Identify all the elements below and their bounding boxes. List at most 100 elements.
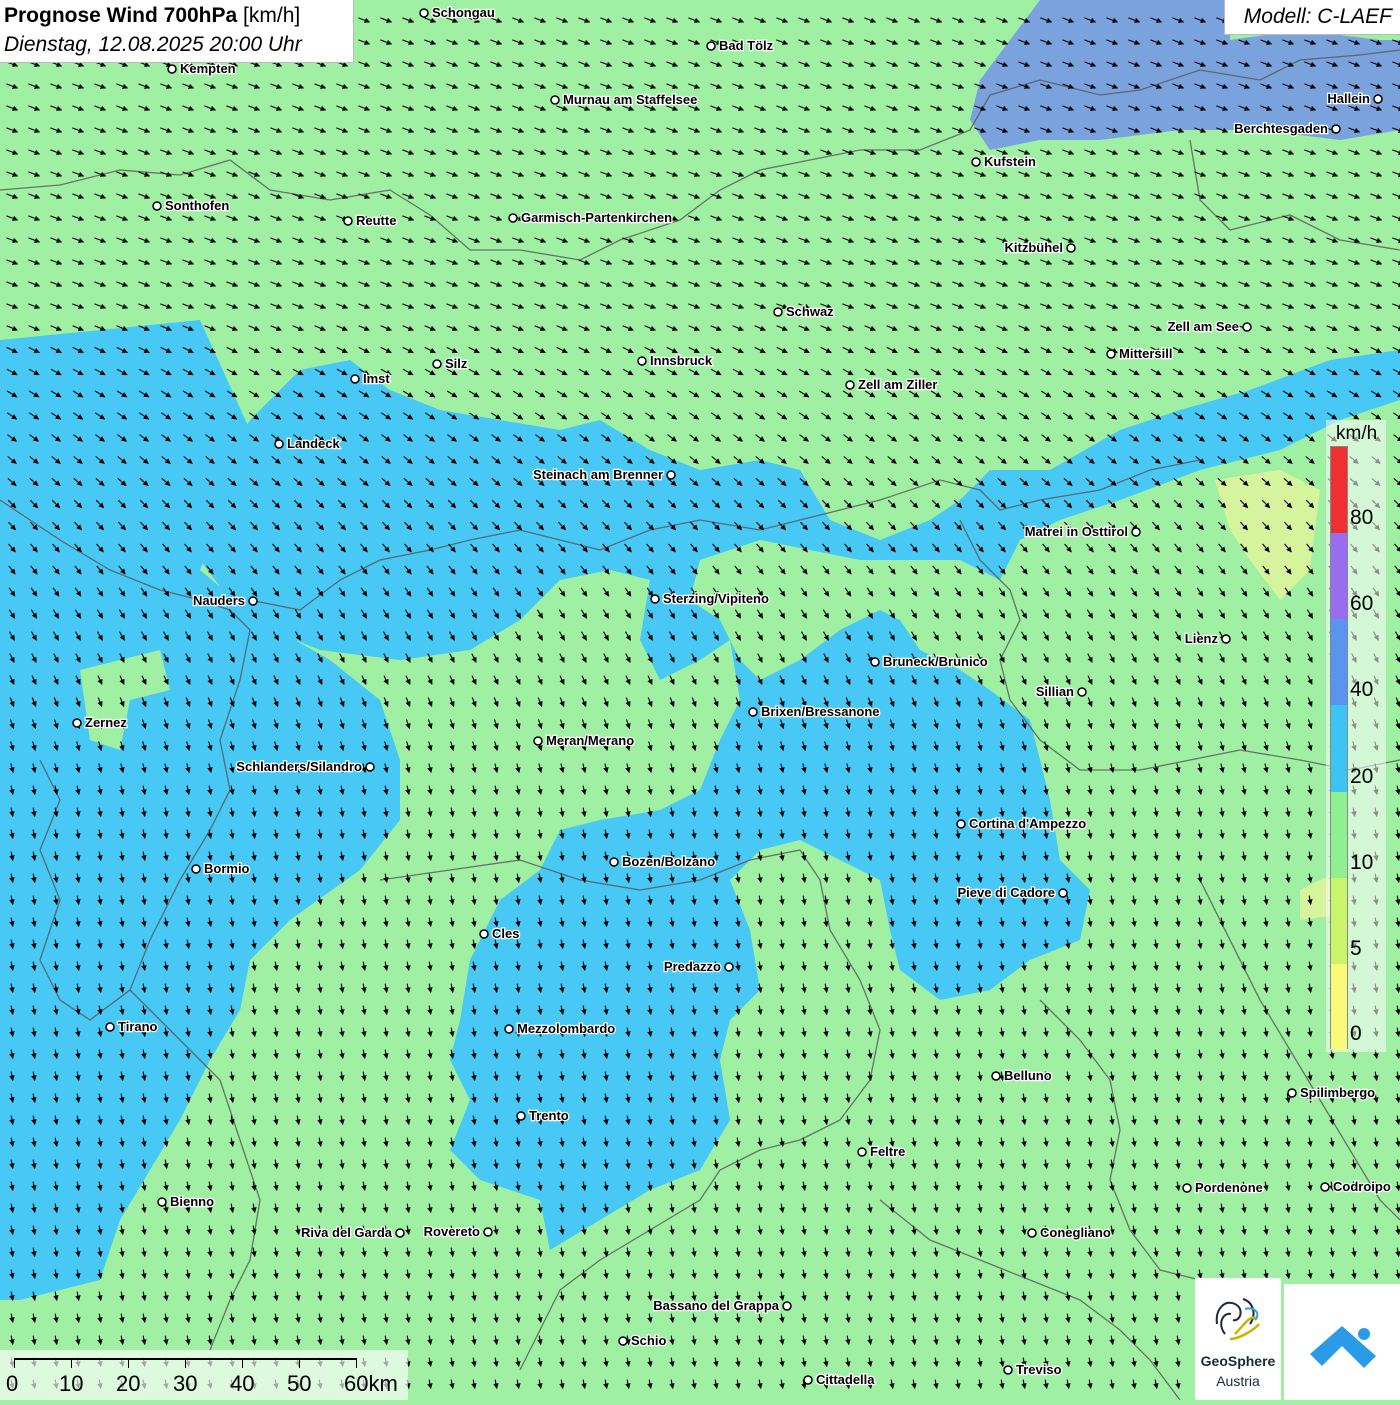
legend-segment <box>1331 533 1347 619</box>
forecast-datetime: Dienstag, 12.08.2025 20:00 Uhr <box>4 33 302 57</box>
city-dot <box>517 1112 525 1120</box>
city-dot <box>534 737 542 745</box>
city-label: Nauders <box>193 593 245 608</box>
city-label: Riva del Garda <box>301 1225 393 1240</box>
city-label: Cles <box>492 926 519 941</box>
city-dot <box>1374 95 1382 103</box>
city-dot <box>749 708 757 716</box>
city-dot <box>1132 528 1140 536</box>
city-dot <box>480 930 488 938</box>
city-dot <box>106 1023 114 1031</box>
city-dot <box>707 42 715 50</box>
city-marker: Bassano del Grappa <box>653 1298 791 1313</box>
city-label: Rovereto <box>424 1224 480 1239</box>
city-label: Predazzo <box>664 959 721 974</box>
scale-tick <box>128 1358 129 1368</box>
city-label: Feltre <box>870 1144 905 1159</box>
city-dot <box>610 858 618 866</box>
city-dot <box>1107 350 1115 358</box>
city-label: Bienno <box>170 1194 214 1209</box>
city-dot <box>1332 125 1340 133</box>
city-dot <box>344 217 352 225</box>
city-dot <box>158 1198 166 1206</box>
city-label: Conegliano <box>1040 1225 1111 1240</box>
city-dot <box>1028 1229 1036 1237</box>
city-dot <box>619 1337 627 1345</box>
city-dot <box>1222 635 1230 643</box>
city-label: Matrei in Osttirol <box>1025 524 1128 539</box>
city-marker: Matrei in Osttirol <box>1025 524 1140 539</box>
city-dot <box>275 440 283 448</box>
city-marker: Murnau am Staffelsee <box>551 92 697 107</box>
city-dot <box>249 597 257 605</box>
city-label: Pordenone <box>1195 1180 1263 1195</box>
model-box: Modell: C-LAEF <box>1224 0 1400 35</box>
city-dot <box>871 658 879 666</box>
city-label: Cittadella <box>816 1372 875 1387</box>
city-label: Schongau <box>432 5 495 20</box>
city-label: Hallein <box>1327 91 1370 106</box>
city-marker: Mezzolombardo <box>505 1021 615 1036</box>
scale-tick <box>299 1358 300 1368</box>
map-title: Prognose Wind 700hPa [km/h] <box>4 4 300 28</box>
legend-segment <box>1331 447 1347 533</box>
city-label: Mittersill <box>1119 346 1172 361</box>
city-marker: Sonthofen <box>153 198 229 213</box>
city-label: Murnau am Staffelsee <box>563 92 697 107</box>
city-dot <box>992 1072 1000 1080</box>
city-label: Treviso <box>1016 1362 1062 1377</box>
city-label: Pieve di Cadore <box>957 885 1055 900</box>
city-marker: Garmisch-Partenkirchen <box>509 210 672 225</box>
city-label: Steinach am Brenner <box>533 467 663 482</box>
city-label: Sterzing/Vipiteno <box>663 591 769 606</box>
city-marker: Zell am See <box>1167 319 1251 334</box>
city-label: Innsbruck <box>650 353 713 368</box>
city-label: Codroipo <box>1333 1179 1391 1194</box>
city-label: Silz <box>445 356 468 371</box>
city-label: Garmisch-Partenkirchen <box>521 210 672 225</box>
map-title-unit: [km/h] <box>243 4 300 27</box>
city-dot <box>774 308 782 316</box>
scale-label: 20 <box>116 1371 140 1397</box>
city-label: Sonthofen <box>165 198 229 213</box>
city-dot <box>509 214 517 222</box>
city-dot <box>858 1148 866 1156</box>
city-label: Imst <box>363 371 390 386</box>
city-marker: Pordenone <box>1183 1180 1263 1195</box>
city-marker: Meran/Merano <box>534 733 634 748</box>
city-label: Brixen/Bressanone <box>761 704 880 719</box>
legend-tick-label: 0 <box>1350 1022 1362 1046</box>
city-label: Belluno <box>1004 1068 1052 1083</box>
title-box: Prognose Wind 700hPa [km/h] Dienstag, 12… <box>0 0 354 63</box>
geosphere-emblem-icon <box>1195 1284 1281 1354</box>
city-label: Lienz <box>1185 631 1219 646</box>
geosphere-country: Austria <box>1195 1373 1281 1389</box>
city-label: Kempten <box>180 61 236 76</box>
scale-label: 0 <box>6 1371 18 1397</box>
city-dot <box>168 65 176 73</box>
city-marker: Sterzing/Vipiteno <box>651 591 769 606</box>
city-marker: Schlanders/Silandro <box>236 759 374 774</box>
city-dot <box>1078 688 1086 696</box>
city-dot <box>725 963 733 971</box>
scale-label: 50 <box>287 1371 311 1397</box>
wind-map: SchongauBad TölzKemptenMurnau am Staffel… <box>0 0 1400 1400</box>
city-dot <box>505 1025 513 1033</box>
city-marker: Spilimbergo <box>1288 1085 1375 1100</box>
city-label: Bozen/Bolzano <box>622 854 715 869</box>
legend-tick-label: 80 <box>1350 506 1373 530</box>
scale-tick <box>185 1358 186 1368</box>
city-marker: Innsbruck <box>638 353 713 368</box>
scale-label: 30 <box>173 1371 197 1397</box>
map-title-main: Prognose Wind 700hPa <box>4 4 237 27</box>
city-dot <box>1067 244 1075 252</box>
city-dot <box>1321 1183 1329 1191</box>
city-dot <box>366 763 374 771</box>
city-dot <box>783 1302 791 1310</box>
city-label: Berchtesgaden <box>1234 121 1328 136</box>
city-dot <box>1059 889 1067 897</box>
scale-tick <box>14 1358 15 1368</box>
scale-label: 40 <box>230 1371 254 1397</box>
city-marker: Brixen/Bressanone <box>749 704 880 719</box>
city-label: Trento <box>529 1108 569 1123</box>
